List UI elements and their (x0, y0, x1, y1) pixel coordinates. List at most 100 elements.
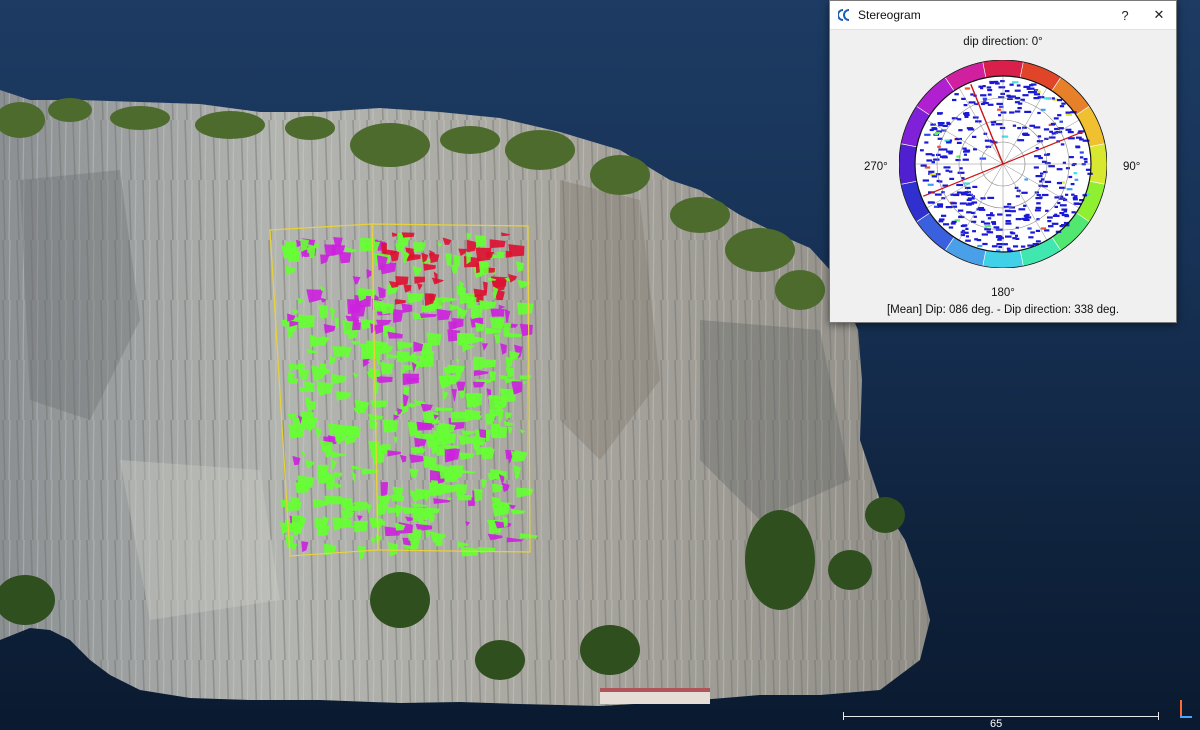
density-cell (943, 223, 950, 226)
density-cell (1057, 201, 1061, 205)
density-cell (1072, 196, 1078, 199)
density-cell (964, 87, 971, 90)
density-cell (1005, 222, 1012, 225)
density-cell (927, 183, 934, 186)
density-cell (963, 153, 967, 156)
density-cell (996, 102, 1003, 105)
density-cell (1020, 245, 1026, 248)
density-cell (924, 141, 929, 144)
stereogram-body: dip direction: 0° 270° 90° 180° [Mean] D… (830, 30, 1176, 323)
density-cell (950, 222, 956, 225)
density-cell (1066, 188, 1073, 191)
ring-segment (982, 249, 1024, 268)
scale-bar (843, 716, 1159, 717)
density-cell (945, 169, 950, 172)
stereonet-plot[interactable] (899, 60, 1107, 268)
density-cell (1060, 143, 1065, 146)
density-cell (924, 166, 931, 169)
density-cell (966, 211, 972, 214)
title-bar[interactable]: Stereogram ? ✕ (830, 1, 1176, 30)
density-cell (986, 230, 991, 233)
density-cell (999, 126, 1006, 130)
density-cell (974, 238, 979, 241)
density-cell (1051, 97, 1055, 100)
density-cell (1036, 194, 1041, 197)
density-cell (1035, 229, 1041, 232)
density-cell (973, 215, 977, 218)
density-cell (981, 233, 988, 236)
density-cell (957, 171, 965, 174)
density-cell (937, 203, 944, 206)
density-cell (972, 230, 976, 233)
density-cell (1065, 193, 1069, 196)
density-cell (952, 98, 957, 102)
stereogram-dialog[interactable]: Stereogram ? ✕ dip direction: 0° 270° 90… (829, 0, 1177, 323)
facet (370, 400, 388, 408)
density-cell (1017, 139, 1025, 142)
density-cell (1039, 180, 1043, 183)
density-cell (984, 225, 991, 228)
density-cell (1013, 245, 1019, 248)
density-cell (1083, 158, 1088, 161)
density-cell (945, 206, 953, 209)
density-cell (948, 170, 953, 173)
density-cell (1029, 124, 1035, 127)
density-cell (1065, 111, 1071, 114)
density-cell (1024, 216, 1032, 219)
east-label: 90° (1123, 161, 1141, 173)
density-cell (1016, 84, 1021, 87)
density-cell (928, 170, 935, 173)
density-cell (964, 112, 970, 115)
density-cell (934, 193, 942, 196)
density-cell (1009, 111, 1015, 114)
density-cell (925, 153, 933, 156)
density-cell (949, 177, 955, 180)
cloudcompare-logo-icon (838, 9, 852, 21)
density-cell (1053, 117, 1059, 120)
density-cell (977, 244, 983, 248)
density-cell (972, 135, 977, 138)
density-cell (1035, 206, 1042, 209)
density-cell (957, 118, 962, 121)
facet (344, 505, 358, 512)
density-cell (934, 132, 938, 136)
facet (390, 250, 400, 262)
density-cell (1043, 128, 1050, 131)
facet (338, 251, 352, 264)
density-cell (1056, 168, 1063, 171)
facet (474, 235, 487, 247)
density-cell (1000, 80, 1005, 83)
density-cell (927, 201, 934, 204)
facet (332, 346, 346, 357)
facet (300, 411, 315, 424)
density-cell (1029, 84, 1034, 87)
density-cell (995, 123, 1003, 126)
density-cell (920, 164, 927, 167)
density-cell (1024, 110, 1032, 113)
help-button[interactable]: ? (1108, 1, 1142, 29)
density-cell (1067, 131, 1074, 134)
density-cell (960, 193, 968, 196)
density-cell (939, 218, 945, 221)
north-label: dip direction: 0° (963, 36, 1043, 48)
density-cell (1030, 231, 1035, 234)
density-cell (1014, 89, 1021, 92)
density-cell (993, 226, 1000, 229)
density-cell (1079, 156, 1084, 159)
close-button[interactable]: ✕ (1142, 1, 1176, 29)
density-cell (1044, 229, 1050, 232)
density-cell (1000, 111, 1007, 114)
density-cell (959, 167, 963, 170)
density-cell (1017, 107, 1022, 110)
density-cell (997, 238, 1002, 241)
density-cell (998, 86, 1006, 89)
density-cell (1033, 97, 1040, 100)
density-cell (1012, 81, 1019, 84)
density-cell (986, 86, 992, 89)
density-cell (994, 80, 999, 83)
density-cell (941, 214, 947, 217)
facet (490, 308, 505, 317)
density-cell (990, 214, 995, 217)
density-cell (1015, 218, 1022, 221)
axis-x-icon (1180, 716, 1192, 718)
